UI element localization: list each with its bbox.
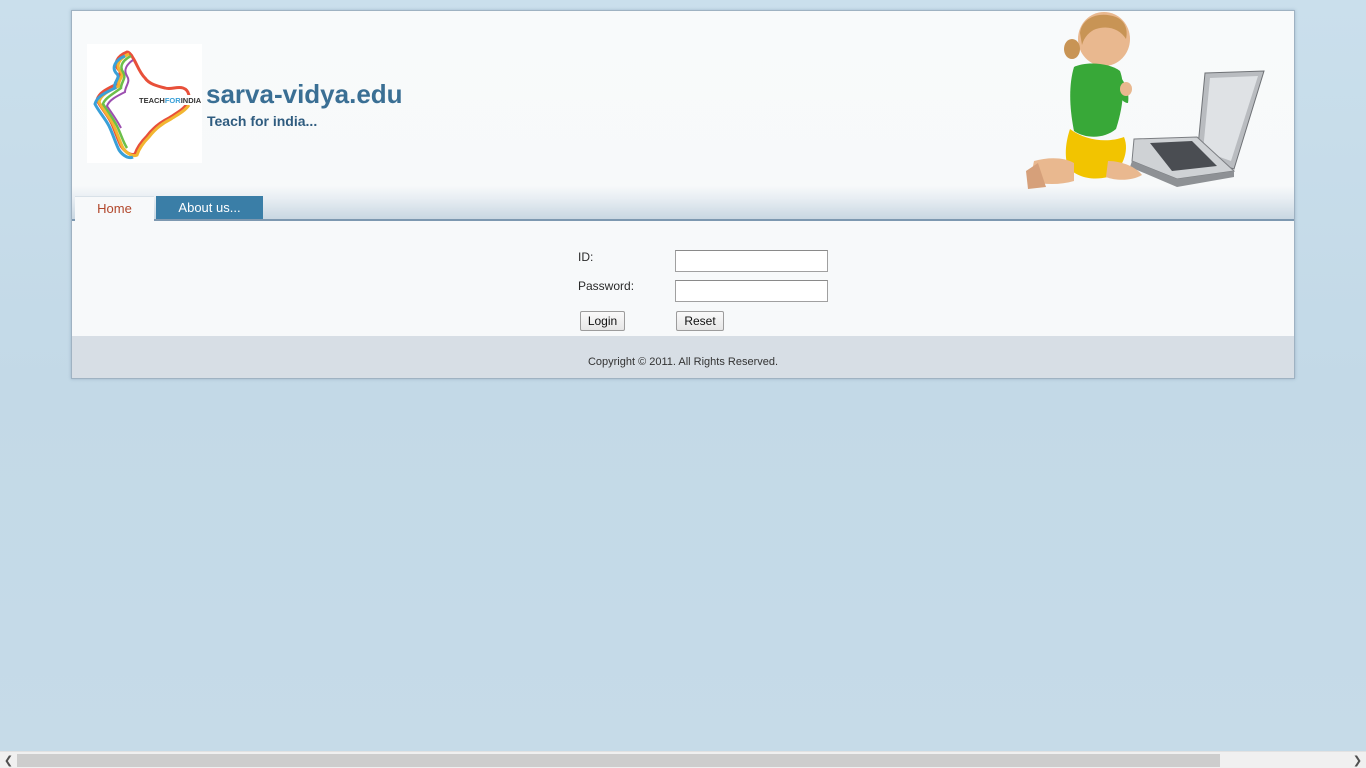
site-title: sarva-vidya.edu: [206, 79, 403, 109]
reset-button[interactable]: Reset: [676, 311, 724, 331]
child-figure: [1026, 12, 1142, 189]
scrollbar-thumb[interactable]: [17, 754, 1220, 767]
logo-text-india: INDIA: [181, 96, 202, 105]
login-section: ID: Password: Login Reset: [72, 221, 1294, 336]
password-label: Password:: [578, 279, 635, 293]
page-container: TEACHFORINDIA sarva-vidya.edu Teach for …: [71, 10, 1295, 379]
child-laptop-illustration: [1026, 12, 1265, 189]
horizontal-scrollbar[interactable]: ❮ ❯: [0, 751, 1366, 768]
copyright-text: Copyright © 2011. All Rights Reserved.: [587, 356, 779, 368]
password-input[interactable]: [675, 280, 828, 302]
hero-image-child-with-laptop: [1012, 11, 1272, 189]
chevron-right-icon[interactable]: ❯: [1349, 752, 1366, 768]
site-footer: Copyright © 2011. All Rights Reserved.: [72, 336, 1294, 378]
chevron-left-icon[interactable]: ❮: [0, 752, 17, 768]
teach-for-india-logo: TEACHFORINDIA: [87, 44, 202, 163]
id-label: ID:: [578, 250, 594, 264]
main-navigation: Home About us...: [72, 196, 1294, 221]
logo-text-for: FOR: [165, 96, 181, 105]
login-button[interactable]: Login: [580, 311, 625, 331]
logo-text-teach: TEACH: [139, 96, 165, 105]
id-input[interactable]: [675, 250, 828, 272]
site-header: TEACHFORINDIA sarva-vidya.edu Teach for …: [72, 11, 1294, 221]
tab-about-us[interactable]: About us...: [156, 196, 263, 219]
site-tagline: Teach for india...: [207, 113, 318, 129]
laptop-icon: [1130, 70, 1265, 187]
india-map-logo-graphic: TEACHFORINDIA: [93, 50, 202, 160]
tab-home[interactable]: Home: [75, 196, 154, 221]
svg-text:TEACHFORINDIA: TEACHFORINDIA: [139, 96, 202, 105]
